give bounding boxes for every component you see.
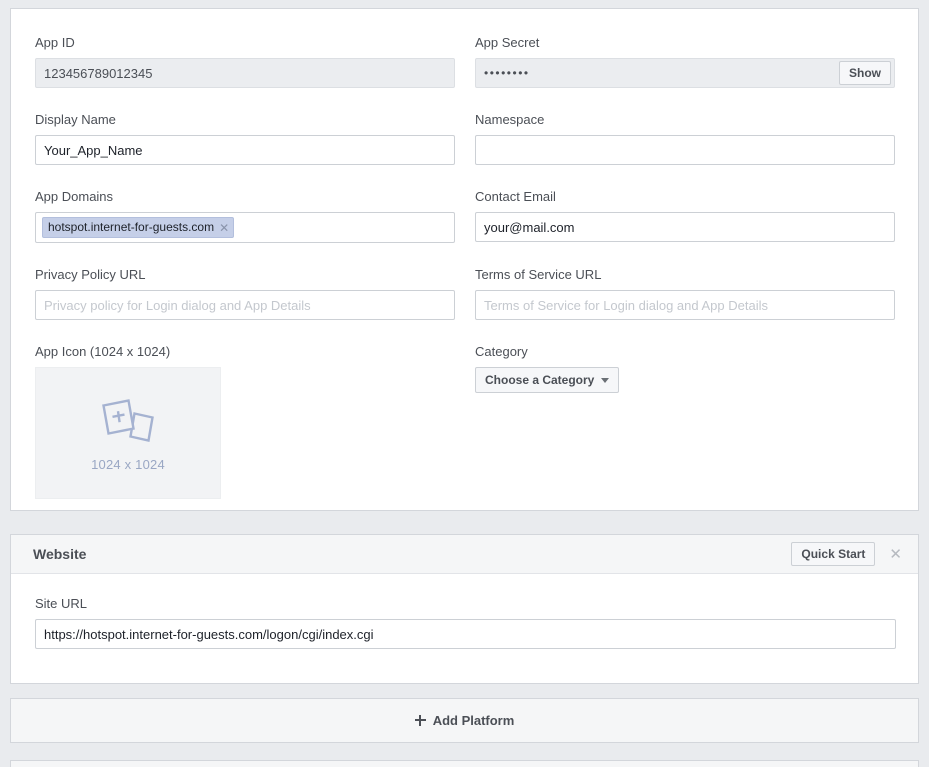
label-terms-of-service-url: Terms of Service URL: [475, 267, 602, 282]
site-url-input[interactable]: [35, 619, 896, 649]
form-row-display-namespace: Display Name Namespace: [35, 112, 895, 165]
app-settings-page: App ID App Secret Show Display Name: [0, 0, 929, 767]
basic-settings-panel: App ID App Secret Show Display Name: [10, 8, 919, 511]
label-privacy-policy-url: Privacy Policy URL: [35, 267, 146, 282]
plus-icon: [414, 715, 426, 726]
form-row-domains-email: App Domains hotspot.internet-for-guests.…: [35, 189, 895, 243]
field-app-domains: App Domains hotspot.internet-for-guests.…: [35, 189, 455, 243]
label-namespace: Namespace: [475, 112, 545, 127]
privacy-policy-url-input[interactable]: [35, 290, 455, 320]
app-domains-token-field[interactable]: hotspot.internet-for-guests.com ✕: [35, 212, 455, 243]
website-panel-body: Site URL: [11, 574, 918, 649]
label-app-domains: App Domains: [35, 189, 114, 204]
app-secret-input[interactable]: [475, 58, 895, 88]
label-contact-email: Contact Email: [475, 189, 556, 204]
app-secret-wrapper: Show: [475, 58, 895, 88]
show-secret-button[interactable]: Show: [839, 61, 891, 85]
website-panel-title: Website: [33, 546, 87, 562]
label-app-secret: App Secret: [475, 35, 540, 50]
category-dropdown-button[interactable]: Choose a Category: [475, 367, 620, 393]
add-platform-panel[interactable]: Add Platform: [10, 698, 919, 743]
field-app-icon: App Icon (1024 x 1024) 1024 x 1024: [35, 344, 455, 499]
add-platform-label: Add Platform: [432, 713, 515, 728]
website-platform-panel: Website Quick Start ✕ Site URL: [10, 534, 919, 684]
label-display-name: Display Name: [35, 112, 116, 127]
add-platform-button[interactable]: Add Platform: [11, 699, 918, 742]
basic-settings-form: App ID App Secret Show Display Name: [11, 9, 918, 523]
next-panel-partial: [10, 760, 919, 767]
app-icon-size-caption: 1024 x 1024: [91, 456, 165, 472]
close-icon[interactable]: ✕: [889, 547, 902, 562]
field-privacy-policy-url: Privacy Policy URL: [35, 267, 455, 320]
domain-token-label: hotspot.internet-for-guests.com: [48, 220, 215, 234]
category-dropdown-label: Choose a Category: [485, 373, 595, 387]
display-name-input[interactable]: [35, 135, 455, 165]
app-icon-uploader[interactable]: 1024 x 1024: [35, 367, 221, 499]
website-panel-header: Website Quick Start ✕: [11, 535, 918, 574]
field-app-secret: App Secret Show: [475, 35, 895, 88]
app-id-input[interactable]: [35, 58, 455, 88]
label-site-url: Site URL: [35, 596, 88, 611]
label-category: Category: [475, 344, 528, 359]
field-category: Category Choose a Category: [475, 344, 895, 499]
field-app-id: App ID: [35, 35, 455, 88]
domain-token[interactable]: hotspot.internet-for-guests.com ✕: [42, 217, 235, 238]
namespace-input[interactable]: [475, 135, 895, 165]
field-display-name: Display Name: [35, 112, 455, 165]
field-terms-of-service-url: Terms of Service URL: [475, 267, 895, 320]
form-row-privacy-terms: Privacy Policy URL Terms of Service URL: [35, 267, 895, 320]
form-row-icon-category: App Icon (1024 x 1024) 1024 x 1024 Categ…: [35, 344, 894, 499]
form-row-app-id-secret: App ID App Secret Show: [35, 35, 895, 88]
contact-email-input[interactable]: [475, 212, 895, 242]
label-app-icon: App Icon (1024 x 1024): [35, 344, 171, 359]
field-namespace: Namespace: [475, 112, 895, 165]
remove-domain-icon[interactable]: ✕: [219, 222, 229, 234]
quick-start-button[interactable]: Quick Start: [791, 542, 876, 566]
chevron-down-icon: [601, 377, 610, 383]
add-photo-icon: [99, 395, 157, 447]
label-app-id: App ID: [35, 35, 75, 50]
field-contact-email: Contact Email: [475, 189, 895, 243]
terms-of-service-url-input[interactable]: [475, 290, 895, 320]
